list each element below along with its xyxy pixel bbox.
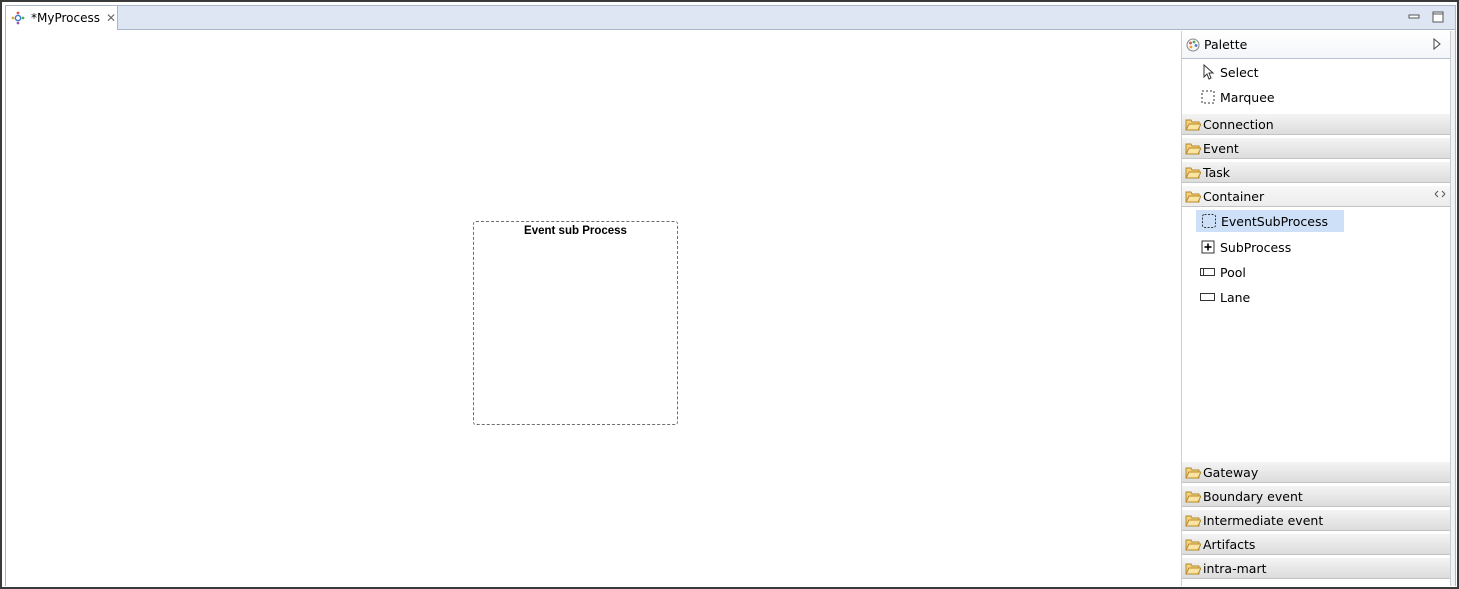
editor-tab[interactable]: *MyProcess ✕: [6, 6, 118, 30]
drawer-label: Event: [1203, 140, 1239, 156]
drawer-label: Intermediate event: [1203, 512, 1324, 528]
palette-title: Palette: [1204, 37, 1248, 52]
tool-label: Pool: [1220, 264, 1246, 280]
drawer-label: Connection: [1203, 116, 1274, 132]
palette-icon: [1186, 38, 1200, 52]
drawer-connection[interactable]: Connection: [1182, 113, 1450, 135]
drawer-label: Artifacts: [1203, 536, 1256, 552]
drawer-label: Boundary event: [1203, 488, 1303, 504]
tool-label: Lane: [1220, 289, 1251, 305]
lane-icon: [1200, 289, 1216, 305]
maximize-icon: [1432, 11, 1444, 23]
drawer-label: Task: [1203, 164, 1230, 180]
editor-tabbar: *MyProcess ✕: [6, 6, 1455, 30]
drawer-boundary-event[interactable]: Boundary event: [1182, 485, 1450, 507]
collapse-palette-icon[interactable]: [1432, 37, 1442, 53]
subprocess-title: Event sub Process: [524, 225, 627, 237]
tool-eventsubprocess[interactable]: EventSubProcess: [1196, 210, 1344, 232]
pin-drawer-icon[interactable]: [1434, 189, 1446, 202]
folder-open-icon: [1185, 189, 1201, 203]
folder-icon: [1185, 465, 1201, 479]
drawer-intermediate-event[interactable]: Intermediate event: [1182, 509, 1450, 531]
folder-icon: [1185, 513, 1201, 527]
tool-label: EventSubProcess: [1221, 213, 1329, 229]
tool-lane[interactable]: Lane: [1200, 286, 1250, 308]
drawer-artifacts[interactable]: Artifacts: [1182, 533, 1450, 555]
tool-label: Marquee: [1220, 89, 1275, 105]
diagram-canvas[interactable]: Event sub Process: [6, 31, 1181, 586]
tool-subprocess[interactable]: SubProcess: [1200, 236, 1291, 258]
event-subprocess-icon: [1201, 213, 1217, 229]
drawer-gateway[interactable]: Gateway: [1182, 461, 1450, 483]
pool-icon: [1200, 264, 1216, 280]
minimize-button[interactable]: [1406, 9, 1422, 25]
window-frame: *MyProcess ✕ Event sub Process Palette S…: [0, 0, 1459, 589]
tool-label: SubProcess: [1220, 239, 1292, 255]
drawer-container[interactable]: Container: [1182, 185, 1450, 207]
palette-header: Palette: [1182, 31, 1450, 59]
folder-icon: [1185, 537, 1201, 551]
event-subprocess-shape[interactable]: Event sub Process: [473, 221, 678, 425]
tool-label: Select: [1220, 64, 1259, 80]
tool-marquee[interactable]: Marquee: [1200, 86, 1275, 108]
marquee-icon: [1200, 89, 1216, 105]
tab-title: *MyProcess: [31, 11, 100, 25]
tool-pool[interactable]: Pool: [1200, 261, 1246, 283]
drawer-task[interactable]: Task: [1182, 161, 1450, 183]
drawer-intra-mart[interactable]: intra-mart: [1182, 557, 1450, 579]
editor-area: *MyProcess ✕ Event sub Process Palette S…: [5, 5, 1456, 586]
folder-icon: [1185, 117, 1201, 131]
folder-icon: [1185, 141, 1201, 155]
maximize-button[interactable]: [1430, 9, 1446, 25]
drawer-label: intra-mart: [1203, 560, 1267, 576]
drawer-label: Container: [1203, 188, 1265, 204]
folder-icon: [1185, 489, 1201, 503]
folder-icon: [1185, 165, 1201, 179]
select-arrow-icon: [1200, 64, 1216, 80]
minimize-icon: [1408, 14, 1420, 19]
process-icon: [10, 10, 26, 26]
palette: Palette Select Marquee Connection Event …: [1181, 31, 1450, 586]
folder-icon: [1185, 561, 1201, 575]
palette-scroll-edge: [1450, 31, 1455, 586]
close-icon[interactable]: ✕: [106, 12, 116, 24]
tool-select[interactable]: Select: [1200, 61, 1259, 83]
drawer-event[interactable]: Event: [1182, 137, 1450, 159]
drawer-label: Gateway: [1203, 464, 1259, 480]
subprocess-icon: [1200, 239, 1216, 255]
